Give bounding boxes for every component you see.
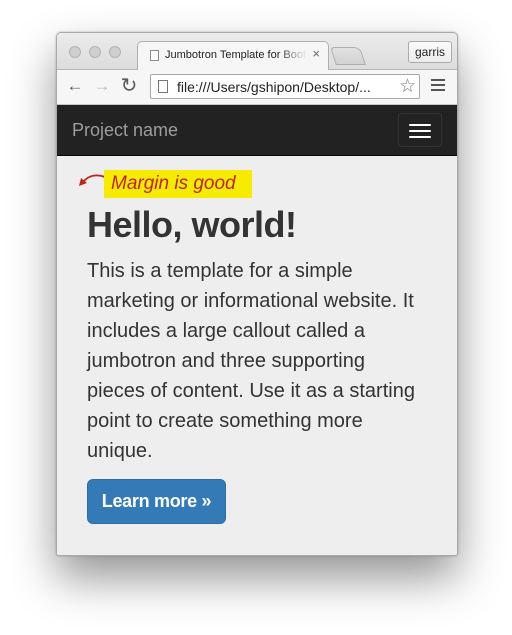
bookmark-star-icon[interactable]: ☆ [399,75,416,98]
minimize-window-button[interactable] [89,46,101,58]
browser-window: Jumbotron Template for Bootstrap × garri… [56,32,458,556]
navbar: Project name [57,105,457,156]
annotation-callout: Margin is good [104,170,252,198]
lead-line: point to create something more [87,410,363,432]
address-text: file:///Users/gshipon/Desktop/... [177,79,371,95]
chrome-menu-icon[interactable] [431,79,445,93]
page-icon [150,50,159,61]
tab-strip: Jumbotron Template for Bootstrap × garri… [57,33,457,70]
zoom-window-button[interactable] [109,46,121,58]
jumbotron-heading: Hello, world! [87,204,297,245]
navbar-brand[interactable]: Project name [72,119,178,141]
reload-icon[interactable]: ↻ [118,74,140,98]
close-tab-icon[interactable]: × [312,46,320,61]
navbar-toggle-button[interactable] [398,113,442,147]
arrow-icon [79,174,106,186]
learn-more-button[interactable]: Learn more » [87,479,226,524]
profile-button[interactable]: garris [408,41,452,63]
lead-line: pieces of content. Use it as a starting [87,380,415,402]
jumbotron: Margin is good Hello, world! This is a t… [57,156,457,555]
lead-line: unique. [87,440,153,462]
annotation-text: Margin is good [111,173,236,194]
lead-line: jumbotron and three supporting [87,350,365,372]
browser-toolbar: ← → ↻ file:///Users/gshipon/Desktop/... … [57,70,457,105]
page-icon [158,80,168,93]
hamburger-icon [409,124,431,126]
address-bar[interactable]: file:///Users/gshipon/Desktop/... ☆ [150,74,420,99]
new-tab-button[interactable] [330,47,366,65]
browser-tab[interactable]: Jumbotron Template for Bootstrap × [137,41,329,70]
forward-arrow-icon[interactable]: → [91,74,113,98]
lead-line: includes a large callout called a [87,320,365,342]
lead-line: This is a template for a simple [87,260,353,282]
lead-line: marketing or informational website. It [87,290,414,312]
jumbotron-lead: This is a template for a simple marketin… [87,256,437,466]
back-arrow-icon[interactable]: ← [64,74,86,98]
tab-title: Jumbotron Template for Bootstrap [165,49,307,61]
close-window-button[interactable] [69,46,81,58]
